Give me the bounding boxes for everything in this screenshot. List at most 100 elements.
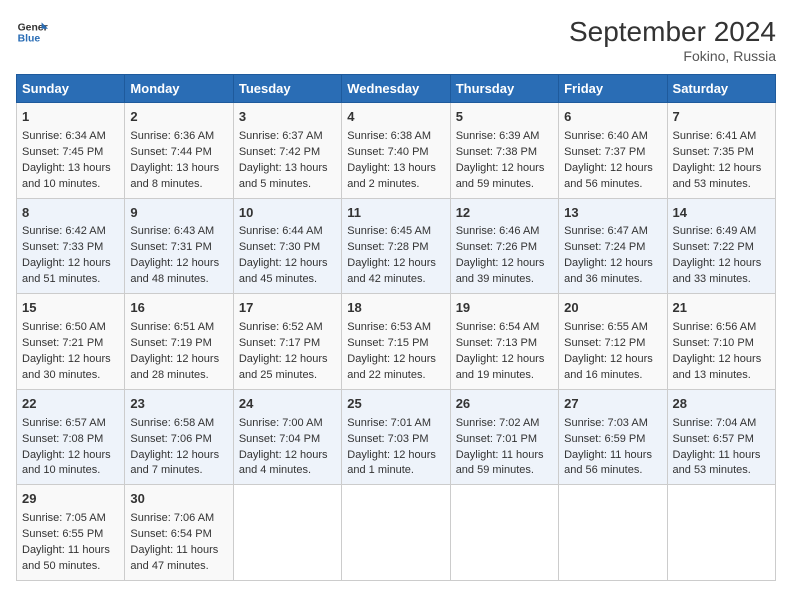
cell-line: and 25 minutes. [239,368,336,384]
cell-line: Daylight: 12 hours [239,256,336,272]
cell-line: Sunset: 7:17 PM [239,336,336,352]
logo: General Blue [16,16,48,48]
cell-line: Daylight: 12 hours [456,256,553,272]
cell-line: Sunrise: 6:43 AM [130,224,227,240]
cell-line: and 13 minutes. [673,368,770,384]
cell-line: Daylight: 11 hours [673,448,770,464]
month-title: September 2024 [569,16,776,48]
cell-line: Sunrise: 6:42 AM [22,224,119,240]
day-number: 21 [673,299,770,318]
cell-line: Sunrise: 6:58 AM [130,416,227,432]
calendar-cell: 13Sunrise: 6:47 AMSunset: 7:24 PMDayligh… [559,198,667,294]
cell-line: and 56 minutes. [564,463,661,479]
day-number: 26 [456,395,553,414]
day-number: 20 [564,299,661,318]
cell-line: Sunrise: 6:44 AM [239,224,336,240]
day-number: 9 [130,204,227,223]
cell-line: and 2 minutes. [347,177,444,193]
cell-line: and 28 minutes. [130,368,227,384]
cell-line: Sunset: 7:10 PM [673,336,770,352]
calendar-week-row: 8Sunrise: 6:42 AMSunset: 7:33 PMDaylight… [17,198,776,294]
cell-line: Sunset: 7:38 PM [456,145,553,161]
cell-line: Sunset: 7:06 PM [130,432,227,448]
calendar-cell: 22Sunrise: 6:57 AMSunset: 7:08 PMDayligh… [17,389,125,485]
cell-line: Sunrise: 6:53 AM [347,320,444,336]
cell-line: Daylight: 12 hours [564,352,661,368]
cell-line: and 10 minutes. [22,463,119,479]
cell-line: Daylight: 12 hours [347,448,444,464]
calendar-cell: 26Sunrise: 7:02 AMSunset: 7:01 PMDayligh… [450,389,558,485]
calendar-cell: 6Sunrise: 6:40 AMSunset: 7:37 PMDaylight… [559,103,667,199]
calendar-cell: 29Sunrise: 7:05 AMSunset: 6:55 PMDayligh… [17,485,125,581]
cell-line: Daylight: 13 hours [347,161,444,177]
calendar-cell: 12Sunrise: 6:46 AMSunset: 7:26 PMDayligh… [450,198,558,294]
cell-line: Sunset: 7:12 PM [564,336,661,352]
cell-line: Sunset: 6:57 PM [673,432,770,448]
cell-line: Daylight: 12 hours [347,256,444,272]
day-number: 19 [456,299,553,318]
cell-line: Sunset: 7:15 PM [347,336,444,352]
calendar-cell [233,485,341,581]
cell-line: Daylight: 12 hours [673,352,770,368]
cell-line: and 30 minutes. [22,368,119,384]
calendar-cell: 10Sunrise: 6:44 AMSunset: 7:30 PMDayligh… [233,198,341,294]
day-number: 2 [130,108,227,127]
cell-line: and 22 minutes. [347,368,444,384]
cell-line: Sunrise: 6:41 AM [673,129,770,145]
cell-line: Daylight: 12 hours [22,448,119,464]
day-number: 12 [456,204,553,223]
weekday-header: Sunday [17,75,125,103]
cell-line: and 36 minutes. [564,272,661,288]
cell-line: and 19 minutes. [456,368,553,384]
cell-line: Sunrise: 7:02 AM [456,416,553,432]
calendar-cell: 7Sunrise: 6:41 AMSunset: 7:35 PMDaylight… [667,103,775,199]
calendar-cell: 4Sunrise: 6:38 AMSunset: 7:40 PMDaylight… [342,103,450,199]
day-number: 14 [673,204,770,223]
cell-line: Daylight: 12 hours [22,256,119,272]
cell-line: and 48 minutes. [130,272,227,288]
cell-line: Sunset: 7:03 PM [347,432,444,448]
cell-line: Sunset: 7:42 PM [239,145,336,161]
weekday-header-row: SundayMondayTuesdayWednesdayThursdayFrid… [17,75,776,103]
cell-line: Daylight: 12 hours [130,256,227,272]
cell-line: Sunrise: 6:50 AM [22,320,119,336]
cell-line: Sunrise: 6:52 AM [239,320,336,336]
calendar-cell: 20Sunrise: 6:55 AMSunset: 7:12 PMDayligh… [559,294,667,390]
calendar-cell: 21 Sunrise: 6:56 AMSunset: 7:10 PMDayligh… [667,294,775,390]
weekday-header: Wednesday [342,75,450,103]
day-number: 25 [347,395,444,414]
cell-line: Sunset: 6:54 PM [130,527,227,543]
cell-line: and 8 minutes. [130,177,227,193]
cell-line: Sunrise: 6:38 AM [347,129,444,145]
cell-line: Sunrise: 6:39 AM [456,129,553,145]
cell-line: and 59 minutes. [456,177,553,193]
cell-line: Sunset: 7:26 PM [456,240,553,256]
cell-line: Sunset: 7:13 PM [456,336,553,352]
day-number: 16 [130,299,227,318]
cell-line: Daylight: 12 hours [564,161,661,177]
calendar-cell: 1Sunrise: 6:34 AMSunset: 7:45 PMDaylight… [17,103,125,199]
day-number: 29 [22,490,119,509]
cell-line: and 59 minutes. [456,463,553,479]
cell-line: Sunset: 6:59 PM [564,432,661,448]
day-number: 24 [239,395,336,414]
cell-line: Sunset: 7:28 PM [347,240,444,256]
cell-line: Daylight: 13 hours [22,161,119,177]
day-number: 28 [673,395,770,414]
cell-line: Sunrise: 6:47 AM [564,224,661,240]
calendar-cell: 28Sunrise: 7:04 AMSunset: 6:57 PMDayligh… [667,389,775,485]
svg-text:Blue: Blue [18,34,41,45]
cell-line: Sunset: 7:40 PM [347,145,444,161]
cell-line: Sunrise: 6:56 AM [673,320,770,336]
cell-line: Sunset: 7:21 PM [22,336,119,352]
cell-line: Sunrise: 6:45 AM [347,224,444,240]
calendar-cell: 27Sunrise: 7:03 AMSunset: 6:59 PMDayligh… [559,389,667,485]
calendar-cell: 18Sunrise: 6:53 AMSunset: 7:15 PMDayligh… [342,294,450,390]
day-number: 17 [239,299,336,318]
calendar-week-row: 15Sunrise: 6:50 AMSunset: 7:21 PMDayligh… [17,294,776,390]
calendar-cell: 3Sunrise: 6:37 AMSunset: 7:42 PMDaylight… [233,103,341,199]
cell-line: Daylight: 12 hours [564,256,661,272]
calendar-cell: 24Sunrise: 7:00 AMSunset: 7:04 PMDayligh… [233,389,341,485]
calendar-week-row: 29Sunrise: 7:05 AMSunset: 6:55 PMDayligh… [17,485,776,581]
day-number: 3 [239,108,336,127]
